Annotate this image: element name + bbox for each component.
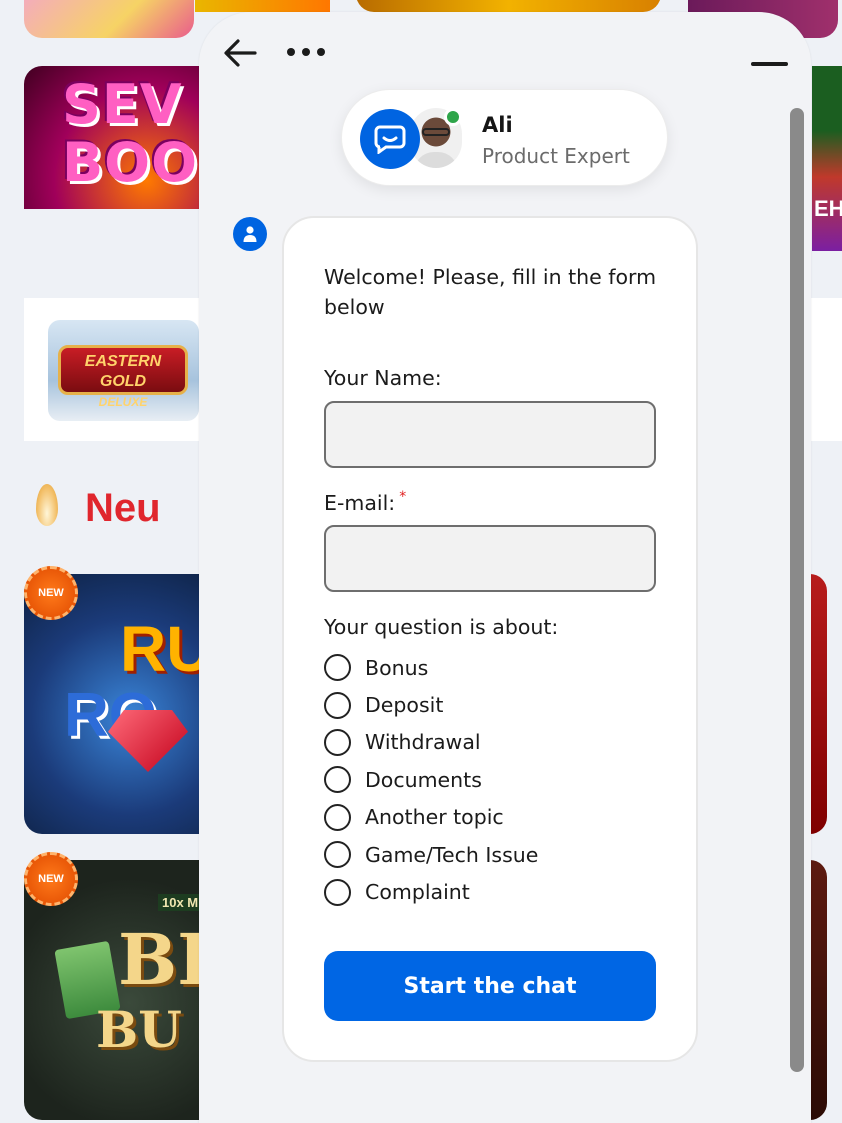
game-tile-seven-book-title: SEV BOO [62,73,198,194]
topic-option-label: Complaint [365,880,470,905]
agent-card: Ali Product Expert [341,89,668,186]
topic-option-deposit[interactable]: Deposit [324,686,664,723]
radio-button[interactable] [324,803,351,831]
topic-option-another-topic[interactable]: Another topic [324,799,664,836]
topic-option-label: Documents [365,767,482,792]
agent-name: Ali [482,113,513,137]
chat-bubble-icon [360,109,420,169]
featured-strip-right [810,298,842,441]
topic-option-complaint[interactable]: Complaint [324,873,664,910]
minimize-icon[interactable] [751,62,788,66]
big-bucks-title-top: BI [118,918,210,1001]
game-tile-top-strip[interactable] [195,0,330,12]
name-label: Your Name: [324,366,442,390]
eastern-gold-logo: EASTERN GOLD DELUXE [58,345,188,409]
new-badge: NEW [24,852,78,906]
name-field[interactable] [324,401,656,468]
email-field[interactable] [324,525,656,592]
topic-radio-group: Bonus Deposit Withdrawal Documents Anoth… [324,649,664,911]
radio-button[interactable] [324,691,351,719]
scrollbar[interactable] [790,108,804,1072]
topic-option-game-tech-issue[interactable]: Game/Tech Issue [324,836,664,873]
topic-option-withdrawal[interactable]: Withdrawal [324,724,664,761]
topic-option-label: Withdrawal [365,730,481,755]
prechat-form-card: Welcome! Please, fill in the form below … [282,216,698,1062]
radio-button[interactable] [324,841,351,869]
topic-option-label: Bonus [365,655,429,680]
radio-button[interactable] [324,728,351,756]
topic-option-label: Game/Tech Issue [365,842,539,867]
radio-button[interactable] [324,766,351,794]
welcome-message: Welcome! Please, fill in the form below [324,265,657,319]
topic-option-label: Another topic [365,805,504,830]
radio-button[interactable] [324,654,351,682]
game-tile-top-left[interactable] [24,0,194,38]
user-icon [233,217,267,251]
email-label-row: E-mail: * [324,489,407,515]
required-marker: * [399,489,407,505]
radio-button[interactable] [324,878,351,906]
chat-widget: Ali Product Expert Welcome! Please, fill… [199,12,811,1123]
flame-icon [36,484,58,526]
agent-role: Product Expert [482,144,630,168]
game-tile-right-edge-text: EH [814,196,842,221]
game-tile-right-edge[interactable]: EH [812,66,842,251]
online-status-indicator [444,108,462,126]
topic-option-bonus[interactable]: Bonus [324,649,664,686]
topic-option-label: Deposit [365,693,444,718]
game-tile-right-red[interactable] [810,574,827,834]
section-title-new: Neu [85,486,161,530]
more-horizontal-icon[interactable] [287,48,331,60]
email-label: E-mail: [324,491,396,515]
question-label: Your question is about: [324,615,559,639]
game-tile-right-dark[interactable] [810,860,827,1120]
topic-option-documents[interactable]: Documents [324,761,664,798]
arrow-left-icon[interactable] [223,38,257,68]
tenx-label: 10x M [158,894,203,911]
game-tile-top-middle[interactable] [356,0,661,12]
start-chat-button[interactable]: Start the chat [324,951,656,1021]
big-bucks-title-bottom: BU [96,1000,182,1059]
new-badge: NEW [24,566,78,620]
